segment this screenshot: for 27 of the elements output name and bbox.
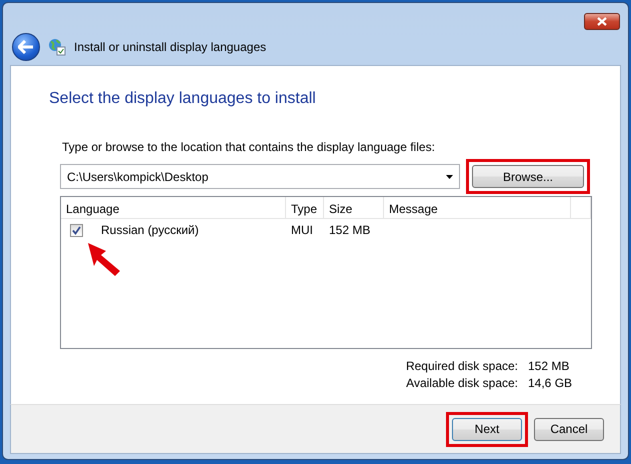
checkbox[interactable] bbox=[70, 224, 83, 236]
disk-space-label: Required disk space: bbox=[406, 358, 518, 375]
dialog-button[interactable]: Cancel bbox=[534, 418, 604, 440]
back-button[interactable] bbox=[12, 33, 40, 61]
dropdown-arrow-icon bbox=[446, 174, 453, 178]
window-title: Install or uninstall display languages bbox=[74, 39, 266, 56]
dialog-button[interactable]: Next bbox=[452, 418, 522, 440]
column-header[interactable]: Language bbox=[61, 197, 286, 218]
disk-space-value: 14,6 GB bbox=[528, 375, 574, 392]
column-header[interactable]: Message bbox=[384, 197, 571, 218]
globe-icon bbox=[48, 38, 66, 56]
column-header[interactable]: Type bbox=[286, 197, 324, 218]
disk-space-label: Available disk space: bbox=[406, 375, 518, 392]
page-heading: Select the display languages to install bbox=[49, 89, 317, 109]
back-arrow-icon bbox=[18, 40, 34, 54]
table-cell-text: 152 MB bbox=[328, 222, 372, 239]
browse-button[interactable]: Browse... bbox=[472, 165, 584, 188]
close-icon bbox=[597, 17, 607, 26]
column-header[interactable]: Size bbox=[324, 197, 384, 218]
location-value: C:\Users\kompick\Desktop bbox=[67, 168, 208, 186]
table-cell-text: Russian (русский) bbox=[101, 222, 199, 239]
arrow-icon bbox=[86, 241, 122, 277]
disk-space-value: 152 MB bbox=[528, 358, 570, 375]
close-button[interactable] bbox=[584, 13, 620, 30]
table-cell-text: MUI bbox=[290, 222, 314, 239]
location-label: Type or browse to the location that contains the display language files: bbox=[62, 139, 436, 156]
location-combo[interactable]: C:\Users\kompick\Desktop bbox=[60, 164, 460, 189]
